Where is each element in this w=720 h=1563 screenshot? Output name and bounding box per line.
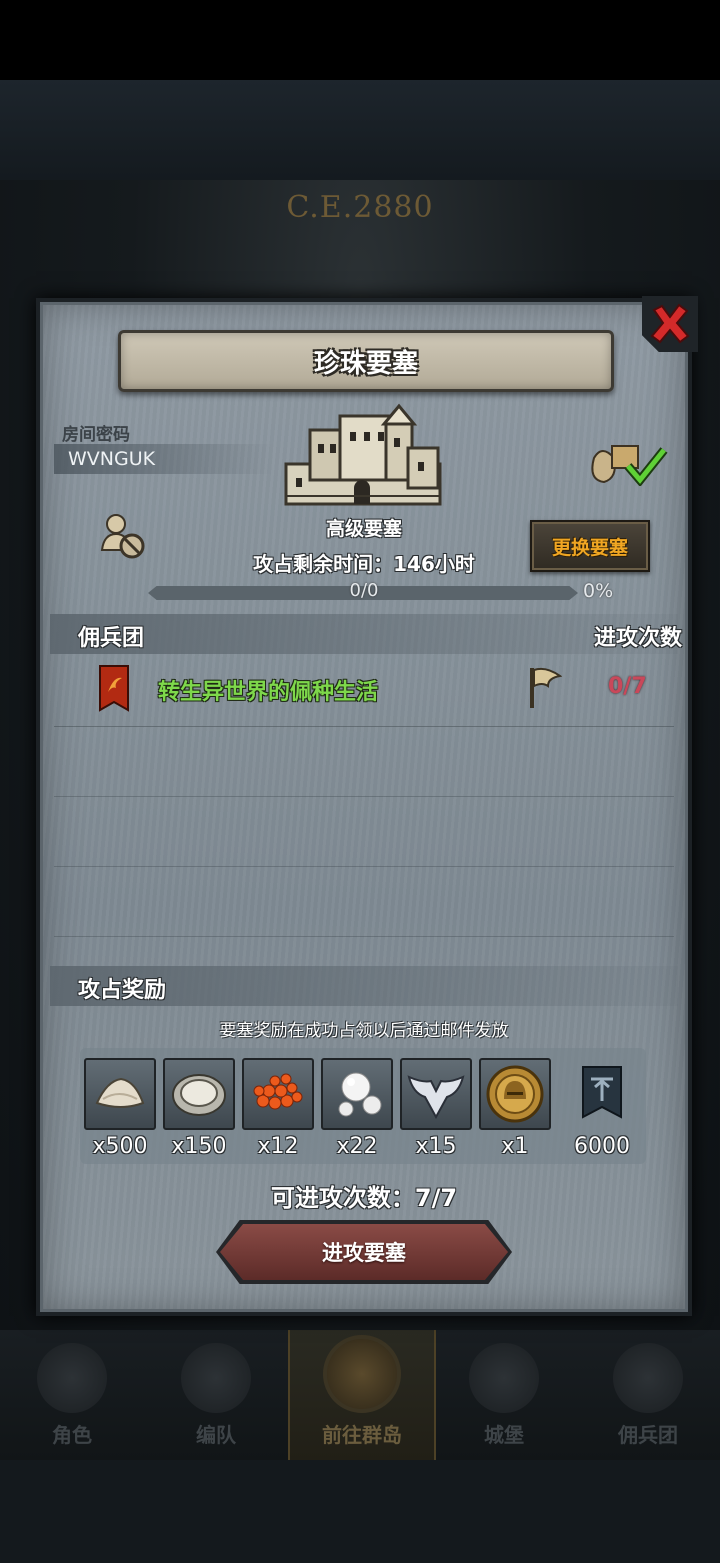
reward-quantity: x15 — [415, 1134, 457, 1159]
nav-label: 前往群岛 — [322, 1423, 402, 1447]
reward-quantity: x12 — [257, 1134, 299, 1159]
reward-quantity: x150 — [171, 1134, 227, 1159]
reward-item[interactable]: x500 — [84, 1058, 156, 1159]
helmet-icon — [181, 1343, 251, 1413]
reward-quantity: x22 — [336, 1134, 378, 1159]
flour-sack-icon — [95, 1077, 145, 1108]
reward-slot — [242, 1058, 314, 1130]
guild-banner-icon — [582, 1066, 622, 1119]
globe-icon — [323, 1335, 401, 1413]
reward-item[interactable]: 6000 — [566, 1058, 638, 1159]
empty-mercenary-slot — [54, 726, 674, 797]
nav-item-formation[interactable]: 编队 — [144, 1330, 288, 1460]
remaining-time: 攻占剩余时间：146小时 — [40, 548, 688, 577]
reward-slot — [479, 1058, 551, 1130]
bottom-navigation: 角色 编队 前往群岛 城堡 佣兵团 — [0, 1330, 720, 1460]
dialog-title-banner: 珍珠要塞 — [118, 330, 614, 392]
mercenary-section-header: 佣兵团 进攻次数 — [50, 614, 682, 654]
progress-percent: 0% — [583, 580, 614, 602]
mercenary-header: 佣兵团 — [78, 626, 145, 651]
attack-button-label: 进攻要塞 — [322, 1241, 406, 1265]
reward-item[interactable]: x12 — [242, 1058, 314, 1159]
mercenary-attack-count: 0/7 — [608, 674, 647, 699]
nav-label: 佣兵团 — [618, 1423, 678, 1447]
nav-item-mercenaries[interactable]: 佣兵团 — [576, 1330, 720, 1460]
reward-item[interactable]: x150 — [163, 1058, 235, 1159]
attack-count-header: 进攻次数 — [593, 626, 682, 651]
room-code-bar: WVNGUK — [54, 444, 274, 474]
nav-label: 编队 — [196, 1423, 236, 1447]
nav-item-character[interactable]: 角色 — [0, 1330, 144, 1460]
bottom-band — [0, 1460, 720, 1563]
room-code-value: WVNGUK — [68, 448, 156, 470]
reward-slot — [163, 1058, 235, 1130]
reward-slot — [84, 1058, 156, 1130]
nav-label: 城堡 — [484, 1423, 524, 1447]
reward-quantity: x1 — [501, 1134, 529, 1159]
reward-item[interactable]: x22 — [321, 1058, 393, 1159]
reward-header: 攻占奖励 — [78, 978, 167, 1003]
empty-mercenary-slot — [54, 866, 674, 937]
remaining-attacks: 可进攻次数：7/7 — [270, 1184, 458, 1212]
mercenary-name: 转生异世界的佩种生活 — [158, 680, 379, 705]
nav-item-islands[interactable]: 前往群岛 — [288, 1330, 436, 1460]
flag-icon — [530, 667, 562, 708]
reward-slot — [321, 1058, 393, 1130]
status-bar-area — [0, 0, 720, 80]
reward-item[interactable]: x15 — [400, 1058, 472, 1159]
mercenary-row[interactable]: 转生异世界的佩种生活 0/7 — [54, 662, 674, 727]
knight-icon — [37, 1343, 107, 1413]
reward-section-header: 攻占奖励 — [50, 966, 678, 1006]
reward-item[interactable]: x1 — [479, 1058, 551, 1159]
reward-quantity: 6000 — [574, 1134, 630, 1159]
close-icon — [650, 303, 690, 344]
fish-roe-icon — [253, 1073, 303, 1110]
castle-icon — [284, 403, 442, 506]
remaining-time-text: 攻占剩余时间：146小时 — [253, 552, 475, 576]
wings-emblem-icon — [407, 1075, 465, 1120]
oyster-icon — [172, 1074, 226, 1116]
knight-medal-icon — [486, 1065, 544, 1123]
nav-label: 角色 — [52, 1423, 92, 1447]
reward-list: x500 x150 x12 x22 x15 x1 6000 — [80, 1048, 646, 1164]
fortress-dialog: 珍珠要塞 房间密码 WVNGUK 高级要塞 更换要塞 攻占剩余时间：146小时 … — [36, 296, 698, 1316]
attack-fortress-button[interactable]: 进攻要塞 — [220, 1224, 508, 1280]
warrior-icon — [613, 1343, 683, 1413]
guild-banner-icon — [99, 665, 129, 712]
reward-slot — [566, 1058, 638, 1130]
year-label: C.E.2880 — [286, 190, 434, 225]
top-banner-area — [0, 80, 720, 180]
nav-item-castle[interactable]: 城堡 — [432, 1330, 576, 1460]
room-code-label: 房间密码 — [62, 425, 130, 445]
empty-mercenary-slot — [54, 796, 674, 867]
dialog-title: 珍珠要塞 — [313, 348, 418, 379]
pearl-icon — [338, 1072, 382, 1117]
reward-quantity: x500 — [92, 1134, 148, 1159]
reward-slot — [400, 1058, 472, 1130]
close-button[interactable] — [642, 296, 698, 352]
castle-icon — [469, 1343, 539, 1413]
reward-note: 要塞奖励在成功占领以后通过邮件发放 — [219, 1021, 509, 1041]
supply-ready-icon[interactable] — [588, 436, 668, 486]
